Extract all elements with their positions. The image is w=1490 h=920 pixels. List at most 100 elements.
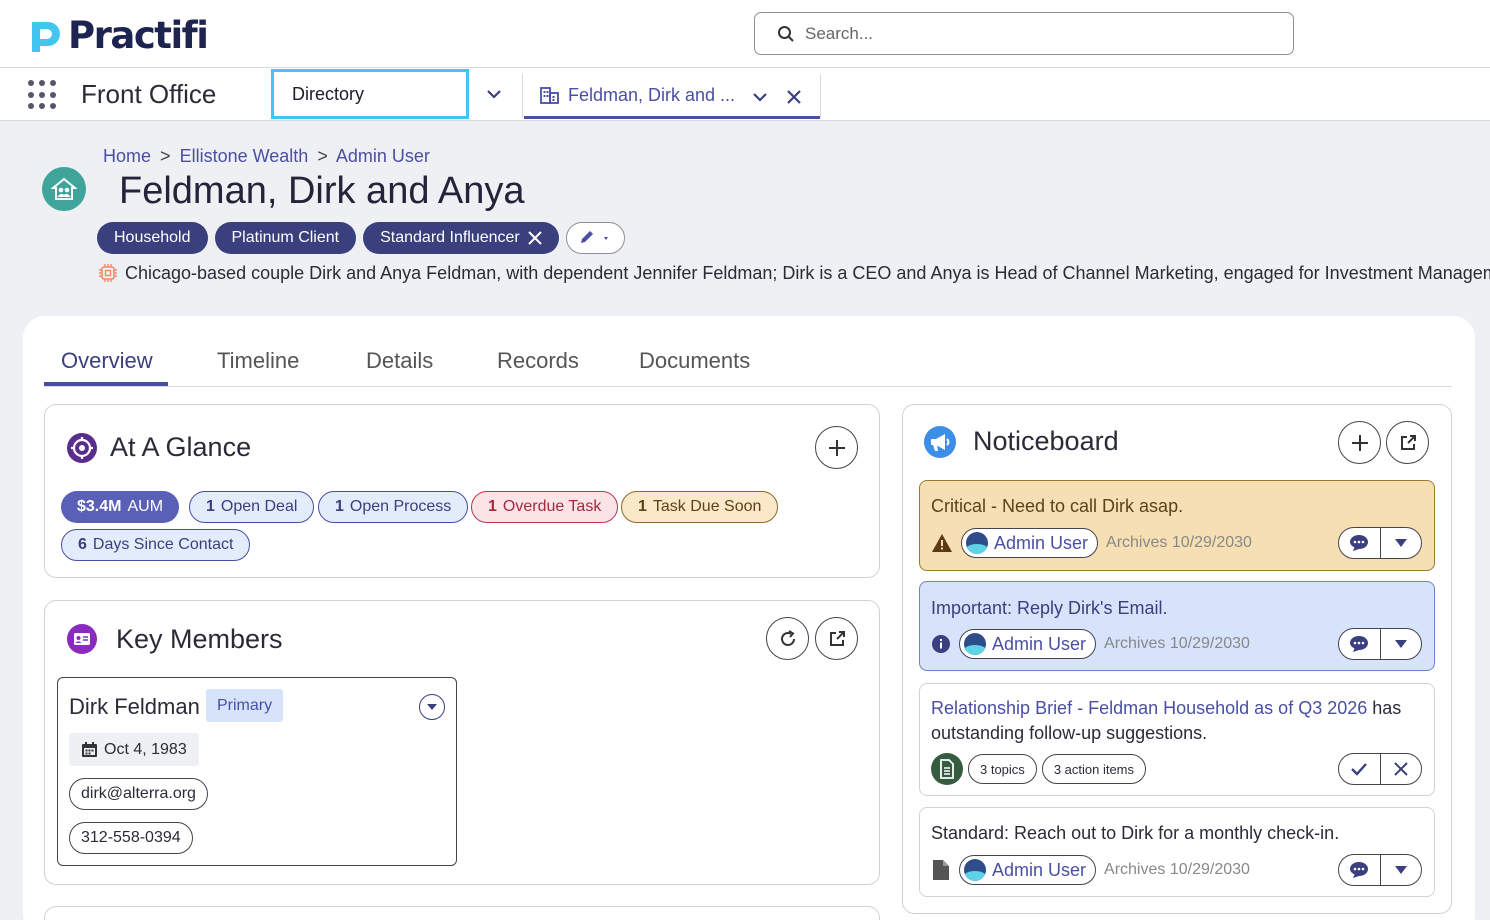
at-a-glance-icon xyxy=(67,433,97,463)
action-items-chip[interactable]: 3 action items xyxy=(1041,754,1147,784)
app-launcher-icon[interactable] xyxy=(28,80,58,110)
refresh-button[interactable] xyxy=(766,617,809,660)
open-external-button[interactable] xyxy=(1386,421,1429,464)
tab-details[interactable]: Details xyxy=(366,348,433,374)
tag-label: Standard Influencer xyxy=(380,229,520,246)
edit-tags-button[interactable] xyxy=(565,222,625,254)
notice-relationship-brief[interactable]: Relationship Brief - Feldman Household a… xyxy=(919,683,1435,796)
building-icon xyxy=(540,87,559,104)
file-icon xyxy=(933,860,949,880)
app-name: Front Office xyxy=(81,79,217,109)
member-card[interactable]: Dirk Feldman Primary Oct 4, 1983 dirk@al… xyxy=(57,677,457,866)
noticeboard-title: Noticeboard xyxy=(973,426,1119,456)
notice-menu-button[interactable] xyxy=(1381,855,1422,885)
notice-critical[interactable]: Critical - Need to call Dirk asap. Admin… xyxy=(919,480,1435,571)
notice-meta: Admin User Archives 10/29/2030 xyxy=(931,855,1250,885)
primary-badge: Primary xyxy=(206,689,284,722)
record-summary: Chicago-based couple Dirk and Anya Feldm… xyxy=(97,262,1490,284)
user-chip[interactable]: Admin User xyxy=(959,855,1097,885)
add-notice-button[interactable] xyxy=(1338,421,1381,464)
avatar xyxy=(966,532,988,554)
comment-button[interactable] xyxy=(1339,629,1381,659)
close-icon[interactable] xyxy=(784,87,804,107)
phone-chip[interactable]: 312-558-0394 xyxy=(69,822,193,854)
notice-text: Critical - Need to call Dirk asap. xyxy=(931,496,1184,516)
record-tab[interactable]: Feldman, Dirk and ... xyxy=(524,74,820,119)
remove-tag-icon[interactable] xyxy=(528,231,542,245)
dismiss-button[interactable] xyxy=(1381,754,1422,784)
open-process-chip[interactable]: 1 Open Process xyxy=(318,491,469,523)
megaphone-icon xyxy=(924,426,956,458)
close-icon xyxy=(1394,762,1408,776)
relationship-brief-link[interactable]: Relationship Brief - Feldman Household a… xyxy=(931,698,1367,718)
pencil-icon xyxy=(581,231,609,243)
chevron-down-icon[interactable] xyxy=(750,87,770,107)
notice-menu-button[interactable] xyxy=(1381,629,1422,659)
comment-icon xyxy=(1350,535,1369,551)
add-button[interactable] xyxy=(815,426,858,469)
notice-actions xyxy=(1338,527,1422,559)
breadcrumb-separator: > xyxy=(160,146,171,166)
notice-actions xyxy=(1338,628,1422,660)
key-members-title: Key Members xyxy=(116,624,283,654)
user-chip[interactable]: Admin User xyxy=(961,528,1099,558)
ai-summary-icon xyxy=(99,264,117,282)
search-input[interactable]: Search... xyxy=(754,12,1294,55)
days-since-contact-chip[interactable]: 6 Days Since Contact xyxy=(61,529,251,561)
tab-overview[interactable]: Overview xyxy=(61,348,153,374)
tag-household[interactable]: Household xyxy=(97,222,208,254)
record-tags: Household Platinum Client Standard Influ… xyxy=(97,222,625,254)
notice-meta: Admin User Archives 10/29/2030 xyxy=(931,629,1250,659)
directory-selector[interactable]: Directory xyxy=(271,69,469,119)
top-bar: Practifi Search... xyxy=(0,0,1490,68)
chip-label: AUM xyxy=(127,498,164,515)
notice-actions xyxy=(1338,854,1422,886)
chip-label: Days Since Contact xyxy=(92,536,234,553)
notice-text: Relationship Brief - Feldman Household a… xyxy=(931,696,1421,746)
record-tab-label: Feldman, Dirk and ... xyxy=(568,84,736,105)
notice-menu-button[interactable] xyxy=(1381,528,1422,558)
tag-label: Platinum Client xyxy=(231,229,340,246)
tab-documents[interactable]: Documents xyxy=(639,348,750,374)
breadcrumb-home[interactable]: Home xyxy=(103,146,151,166)
open-external-button[interactable] xyxy=(815,617,858,660)
plus-icon xyxy=(1351,434,1368,451)
nav-bar: Front Office Directory Feldman, Dirk and… xyxy=(0,68,1490,121)
external-link-icon xyxy=(1400,434,1416,450)
tag-standard-influencer[interactable]: Standard Influencer xyxy=(363,222,559,254)
contact-card-icon xyxy=(67,624,97,654)
chip-count: 1 xyxy=(206,498,215,515)
breadcrumb-ellistone[interactable]: Ellistone Wealth xyxy=(180,146,309,166)
archive-date: Archives 10/29/2030 xyxy=(1104,635,1250,652)
page-title: Feldman, Dirk and Anya xyxy=(119,170,525,212)
warning-icon xyxy=(932,534,952,552)
notice-meta: 3 topics 3 action items xyxy=(931,753,1147,785)
chip-label: Overdue Task xyxy=(502,498,602,515)
topics-chip[interactable]: 3 topics xyxy=(968,754,1037,784)
notice-important[interactable]: Important: Reply Dirk's Email. Admin Use… xyxy=(919,581,1435,671)
tab-records[interactable]: Records xyxy=(497,348,579,374)
email-chip[interactable]: dirk@alterra.org xyxy=(69,778,208,810)
chevron-down-icon[interactable] xyxy=(484,84,504,104)
comment-button[interactable] xyxy=(1339,528,1381,558)
practifi-logo[interactable]: Practifi xyxy=(28,14,209,57)
overdue-task-chip[interactable]: 1 Overdue Task xyxy=(471,491,619,523)
task-due-soon-chip[interactable]: 1 Task Due Soon xyxy=(621,491,779,523)
breadcrumb-admin-user[interactable]: Admin User xyxy=(336,146,430,166)
comment-button[interactable] xyxy=(1339,855,1381,885)
tag-label: Household xyxy=(114,229,191,246)
aum-chip[interactable]: $3.4M AUM xyxy=(61,491,180,523)
refresh-icon xyxy=(780,629,795,646)
open-deal-chip[interactable]: 1 Open Deal xyxy=(189,491,315,523)
user-chip[interactable]: Admin User xyxy=(959,629,1097,659)
tab-timeline[interactable]: Timeline xyxy=(217,348,299,374)
plus-icon xyxy=(828,439,845,456)
next-panel xyxy=(44,906,880,920)
notice-text: Important: Reply Dirk's Email. xyxy=(931,598,1168,618)
notice-standard[interactable]: Standard: Reach out to Dirk for a monthl… xyxy=(919,807,1435,897)
member-menu-button[interactable] xyxy=(419,694,445,720)
accept-button[interactable] xyxy=(1339,754,1381,784)
tag-platinum-client[interactable]: Platinum Client xyxy=(214,222,357,254)
tab-divider xyxy=(522,74,523,118)
member-name[interactable]: Dirk Feldman xyxy=(69,694,200,720)
